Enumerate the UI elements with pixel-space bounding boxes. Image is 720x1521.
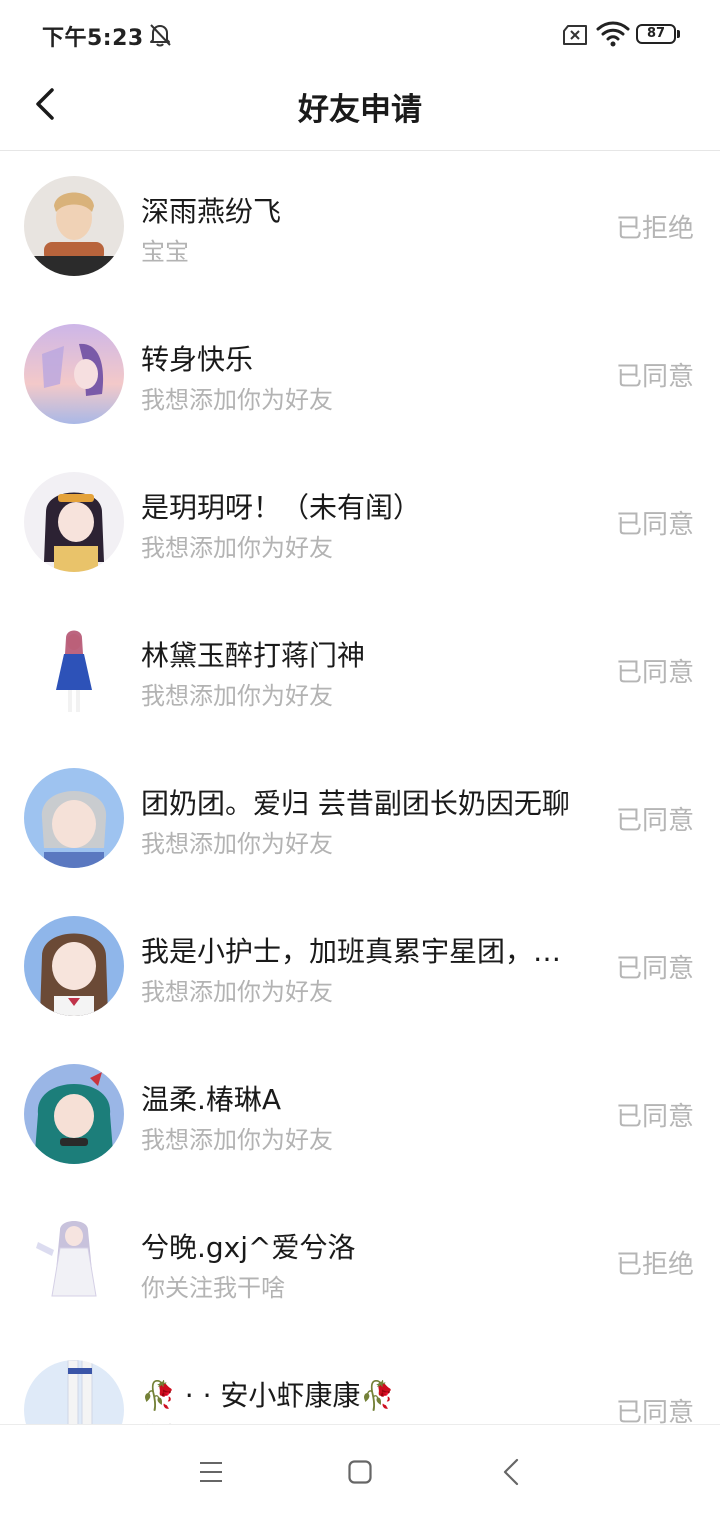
requester-name: 温柔.椿琳A bbox=[141, 1083, 282, 1116]
request-status: 已同意 bbox=[615, 1398, 694, 1424]
requester-name: 我是小护士，加班真累宇星团，… bbox=[141, 935, 562, 968]
request-message: 我想添加你为好友 bbox=[141, 1126, 333, 1154]
friend-request-row[interactable]: 兮晚.gxj^爱兮洛 你关注我干啥 已拒绝 bbox=[0, 1188, 720, 1336]
battery-tip bbox=[677, 30, 680, 38]
friend-request-row[interactable]: 林黛玉醉打蒋门神 我想添加你为好友 已同意 bbox=[0, 596, 720, 744]
request-status: 已同意 bbox=[615, 1102, 694, 1132]
request-status: 已拒绝 bbox=[615, 1250, 694, 1280]
request-status: 已同意 bbox=[615, 658, 694, 688]
friend-request-row[interactable]: 是玥玥呀！（未有闺） 我想添加你为好友 已同意 bbox=[0, 448, 720, 596]
requester-name: 🥀 · · 安小虾康康🥀 bbox=[141, 1379, 396, 1412]
menu-icon[interactable] bbox=[199, 1461, 223, 1483]
avatar[interactable] bbox=[24, 768, 124, 868]
status-time: 下午5:23 bbox=[42, 26, 144, 51]
request-message: 我想添加你为好友 bbox=[141, 830, 333, 858]
avatar[interactable] bbox=[24, 324, 124, 424]
request-message: 我想添加你为好友 bbox=[141, 386, 333, 414]
request-status: 已同意 bbox=[615, 362, 694, 392]
header: 好友申请 bbox=[0, 70, 720, 151]
home-square-icon[interactable] bbox=[348, 1460, 372, 1484]
avatar[interactable] bbox=[24, 916, 124, 1016]
page-title: 好友申请 bbox=[298, 92, 422, 128]
avatar[interactable] bbox=[24, 1064, 124, 1164]
wifi-icon bbox=[596, 21, 630, 47]
friend-request-row[interactable]: 温柔.椿琳A 我想添加你为好友 已同意 bbox=[0, 1040, 720, 1188]
request-status: 已同意 bbox=[615, 806, 694, 836]
request-message: 我想添加你为好友 bbox=[141, 534, 333, 562]
requester-name: 是玥玥呀！（未有闺） bbox=[141, 491, 422, 524]
friend-request-row[interactable]: 🥀 · · 安小虾康康🥀 你好 已同意 bbox=[0, 1336, 720, 1424]
request-message: 我想添加你为好友 bbox=[141, 978, 333, 1006]
request-message: 你好 bbox=[141, 1416, 593, 1424]
status-bar: 下午5:23 87 bbox=[0, 0, 720, 70]
avatar[interactable] bbox=[24, 176, 124, 276]
bell-off-icon bbox=[150, 24, 171, 47]
friend-request-list[interactable]: 深雨燕纷飞 宝宝 已拒绝 转身快乐 我想添加你为好友 已同意 是玥玥呀！（未有闺… bbox=[0, 152, 720, 1424]
requester-name: 转身快乐 bbox=[141, 343, 254, 376]
friend-request-row[interactable]: 我是小护士，加班真累宇星团，… 我想添加你为好友 已同意 bbox=[0, 892, 720, 1040]
avatar[interactable] bbox=[24, 1212, 124, 1312]
nav-back-icon[interactable] bbox=[502, 1458, 520, 1486]
avatar[interactable] bbox=[24, 1360, 124, 1424]
avatar[interactable] bbox=[24, 620, 124, 720]
request-message: 我想添加你为好友 bbox=[141, 682, 333, 710]
request-message: 你关注我干啥 bbox=[141, 1274, 285, 1302]
friend-request-row[interactable]: 深雨燕纷飞 宝宝 已拒绝 bbox=[0, 152, 720, 300]
battery-indicator: 87 bbox=[636, 24, 676, 44]
no-sim-icon bbox=[563, 25, 587, 45]
request-status: 已同意 bbox=[615, 954, 694, 984]
request-status: 已同意 bbox=[615, 510, 694, 540]
requester-name: 深雨燕纷飞 bbox=[141, 195, 282, 228]
system-nav-bar bbox=[0, 1424, 720, 1521]
request-message: 宝宝 bbox=[141, 238, 189, 266]
friend-request-row[interactable]: 团奶团。爱归 芸昔副团长奶因无聊 我想添加你为好友 已同意 bbox=[0, 744, 720, 892]
request-status: 已拒绝 bbox=[615, 214, 694, 244]
friend-request-row[interactable]: 转身快乐 我想添加你为好友 已同意 bbox=[0, 300, 720, 448]
requester-name: 团奶团。爱归 芸昔副团长奶因无聊 bbox=[141, 787, 570, 820]
avatar[interactable] bbox=[24, 472, 124, 572]
requester-name: 兮晚.gxj^爱兮洛 bbox=[141, 1231, 356, 1264]
requester-name: 林黛玉醉打蒋门神 bbox=[141, 639, 366, 672]
